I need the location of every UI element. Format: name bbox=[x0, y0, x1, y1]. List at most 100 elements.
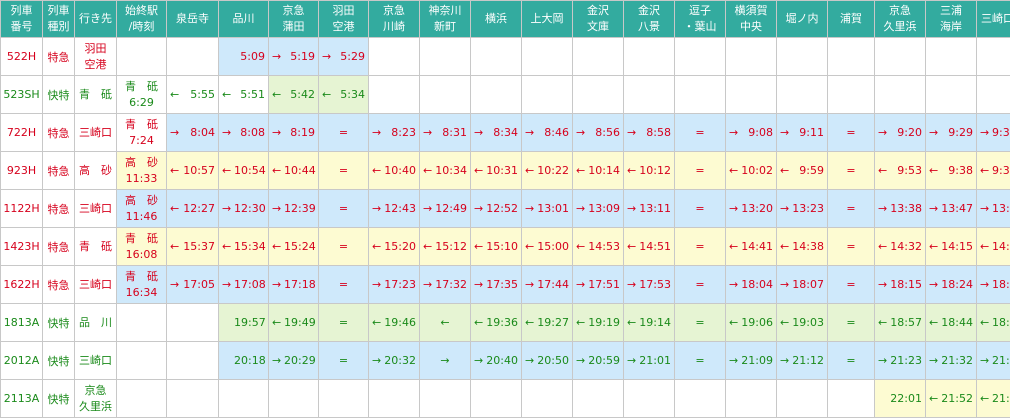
station-time-cell: ← 14:51 bbox=[623, 227, 675, 266]
departure-time: 8:19 bbox=[290, 126, 315, 139]
direction-arrow-icon: ← bbox=[272, 164, 282, 177]
station-time-cell: → 9:29 bbox=[925, 113, 977, 152]
station-time-cell: ←21:49 bbox=[976, 379, 1010, 418]
train-number: 722H bbox=[0, 113, 43, 152]
time-wrap: → 13:20 bbox=[727, 202, 776, 215]
station-time-cell: ← 5:42 bbox=[268, 75, 319, 114]
departure-time: 14:53 bbox=[588, 240, 620, 253]
departure-time: 21:32 bbox=[941, 354, 973, 367]
station-time-cell: → 17:53 bbox=[623, 265, 675, 304]
time-wrap: → 21:01 bbox=[625, 354, 674, 367]
station-time-cell: → 17:18 bbox=[268, 265, 319, 304]
direction-arrow-icon: ← bbox=[729, 316, 739, 329]
departure-time: 12:30 bbox=[234, 202, 266, 215]
station-time-cell: = bbox=[827, 113, 875, 152]
departure-time: 9:31 bbox=[992, 126, 1010, 139]
departure-time: 9:38 bbox=[948, 164, 973, 177]
origin-terminal: 青 砥 16:08 bbox=[116, 227, 167, 266]
direction-arrow-icon: ← bbox=[222, 88, 232, 101]
time-wrap: ← 14:41 bbox=[727, 240, 776, 253]
time-wrap: ← 5:34 bbox=[320, 88, 368, 101]
station-time-cell: ←18:41 bbox=[976, 303, 1010, 342]
station-time-cell: ← 10:31 bbox=[470, 151, 522, 190]
station-time-cell: ← 19:36 bbox=[470, 303, 522, 342]
header-cell: 堀ノ内 bbox=[776, 0, 828, 38]
origin-terminal-text: 高 砂 11:33 bbox=[125, 155, 158, 187]
departure-time: 5:55 bbox=[190, 88, 215, 101]
direction-arrow-icon: → bbox=[980, 278, 990, 291]
time-wrap: ← 15:24 bbox=[270, 240, 318, 253]
departure-time: 14:32 bbox=[890, 240, 922, 253]
station-time-cell bbox=[166, 379, 219, 418]
header-line-1: 金沢 bbox=[638, 4, 660, 17]
header-line-1: 泉岳寺 bbox=[176, 12, 209, 25]
direction-arrow-icon: → bbox=[272, 278, 282, 291]
station-time-cell bbox=[827, 75, 875, 114]
direction-arrow-icon: → bbox=[474, 126, 484, 139]
direction-arrow-icon: ← bbox=[576, 240, 586, 253]
departure-time: = bbox=[846, 278, 856, 291]
direction-arrow-icon: → bbox=[423, 278, 433, 291]
time-wrap: → 21:23 bbox=[876, 354, 925, 367]
station-time-cell: → 8:58 bbox=[623, 113, 675, 152]
time-wrap: → 18:24 bbox=[927, 278, 976, 291]
train-row: 2113A快特京急久里浜22:01←21:52←21:49 bbox=[0, 379, 1010, 418]
train-row: 1813A 快特品 川 19:57 ← 19:49 = ← 19:46 ← ← 19:36 ← 19:2… bbox=[0, 303, 1010, 342]
header-line-2: ・葉山 bbox=[683, 20, 717, 33]
station-time-cell: = bbox=[318, 227, 369, 266]
time-wrap: ← 21:52 bbox=[927, 392, 976, 405]
time-wrap: →13:50 bbox=[978, 202, 1010, 215]
station-time-cell: 22:01 bbox=[874, 379, 926, 418]
train-destination: 青 砥 bbox=[74, 227, 117, 266]
header-line-1: 京急 bbox=[889, 4, 911, 17]
time-wrap: → 17:53 bbox=[625, 278, 674, 291]
time-wrap: → 18:15 bbox=[876, 278, 925, 291]
train-row: 722H 特急 三崎口青 砥 7:24 → 8:04 → 8:08 → 8:19 = → 8:23 → 8:… bbox=[0, 113, 1010, 152]
direction-arrow-icon: → bbox=[627, 354, 637, 367]
time-wrap: ←18:41 bbox=[978, 316, 1010, 329]
station-time-cell bbox=[218, 379, 269, 418]
station-time-cell: ← 14:15 bbox=[925, 227, 977, 266]
station-time-cell: = bbox=[827, 151, 875, 190]
direction-arrow-icon: ← bbox=[980, 392, 990, 405]
time-wrap: = bbox=[829, 164, 874, 177]
time-wrap: = bbox=[676, 202, 725, 215]
header-cell: 三崎口 bbox=[976, 0, 1010, 38]
departure-time: = bbox=[338, 202, 349, 215]
station-time-cell: ← 18:57 bbox=[874, 303, 926, 342]
departure-time: 18:44 bbox=[941, 316, 973, 329]
departure-time: 21:12 bbox=[792, 354, 824, 367]
direction-arrow-icon: → bbox=[576, 354, 586, 367]
station-time-cell: ← 15:10 bbox=[470, 227, 522, 266]
header-line-2: 久里浜 bbox=[883, 20, 917, 33]
time-wrap: = bbox=[320, 240, 368, 253]
station-time-cell: ← 12:27 bbox=[166, 189, 219, 228]
time-wrap: = bbox=[320, 278, 368, 291]
departure-time: 12:43 bbox=[384, 202, 416, 215]
departure-time: 15:34 bbox=[234, 240, 266, 253]
direction-arrow-icon: → bbox=[222, 126, 232, 139]
time-wrap: ← 19:03 bbox=[778, 316, 827, 329]
departure-time: 21:35 bbox=[992, 354, 1010, 367]
station-time-cell: ← 10:02 bbox=[725, 151, 777, 190]
time-wrap: = bbox=[676, 164, 725, 177]
station-time-cell bbox=[572, 379, 624, 418]
header-line-1: 神奈川 bbox=[428, 4, 462, 17]
station-time-cell: →9:31 bbox=[976, 113, 1010, 152]
train-number: 2012A bbox=[0, 341, 43, 380]
time-wrap: = bbox=[829, 354, 874, 367]
station-time-cell bbox=[521, 75, 573, 114]
station-time-cell: ← 14:38 bbox=[776, 227, 828, 266]
departure-time: 18:07 bbox=[792, 278, 824, 291]
time-wrap: = bbox=[320, 164, 368, 177]
departure-time: 14:51 bbox=[639, 240, 671, 253]
departure-time: 13:01 bbox=[537, 202, 569, 215]
direction-arrow-icon: → bbox=[627, 126, 637, 139]
header-label: 列車 番号 bbox=[11, 3, 33, 35]
time-wrap: 5:09 bbox=[220, 50, 268, 63]
origin-terminal-text: 青 砥 6:29 bbox=[125, 79, 158, 111]
direction-arrow-icon: → bbox=[474, 202, 484, 215]
station-time-cell: → 21:32 bbox=[925, 341, 977, 380]
departure-time: 18:57 bbox=[890, 316, 922, 329]
station-time-cell bbox=[874, 37, 926, 76]
